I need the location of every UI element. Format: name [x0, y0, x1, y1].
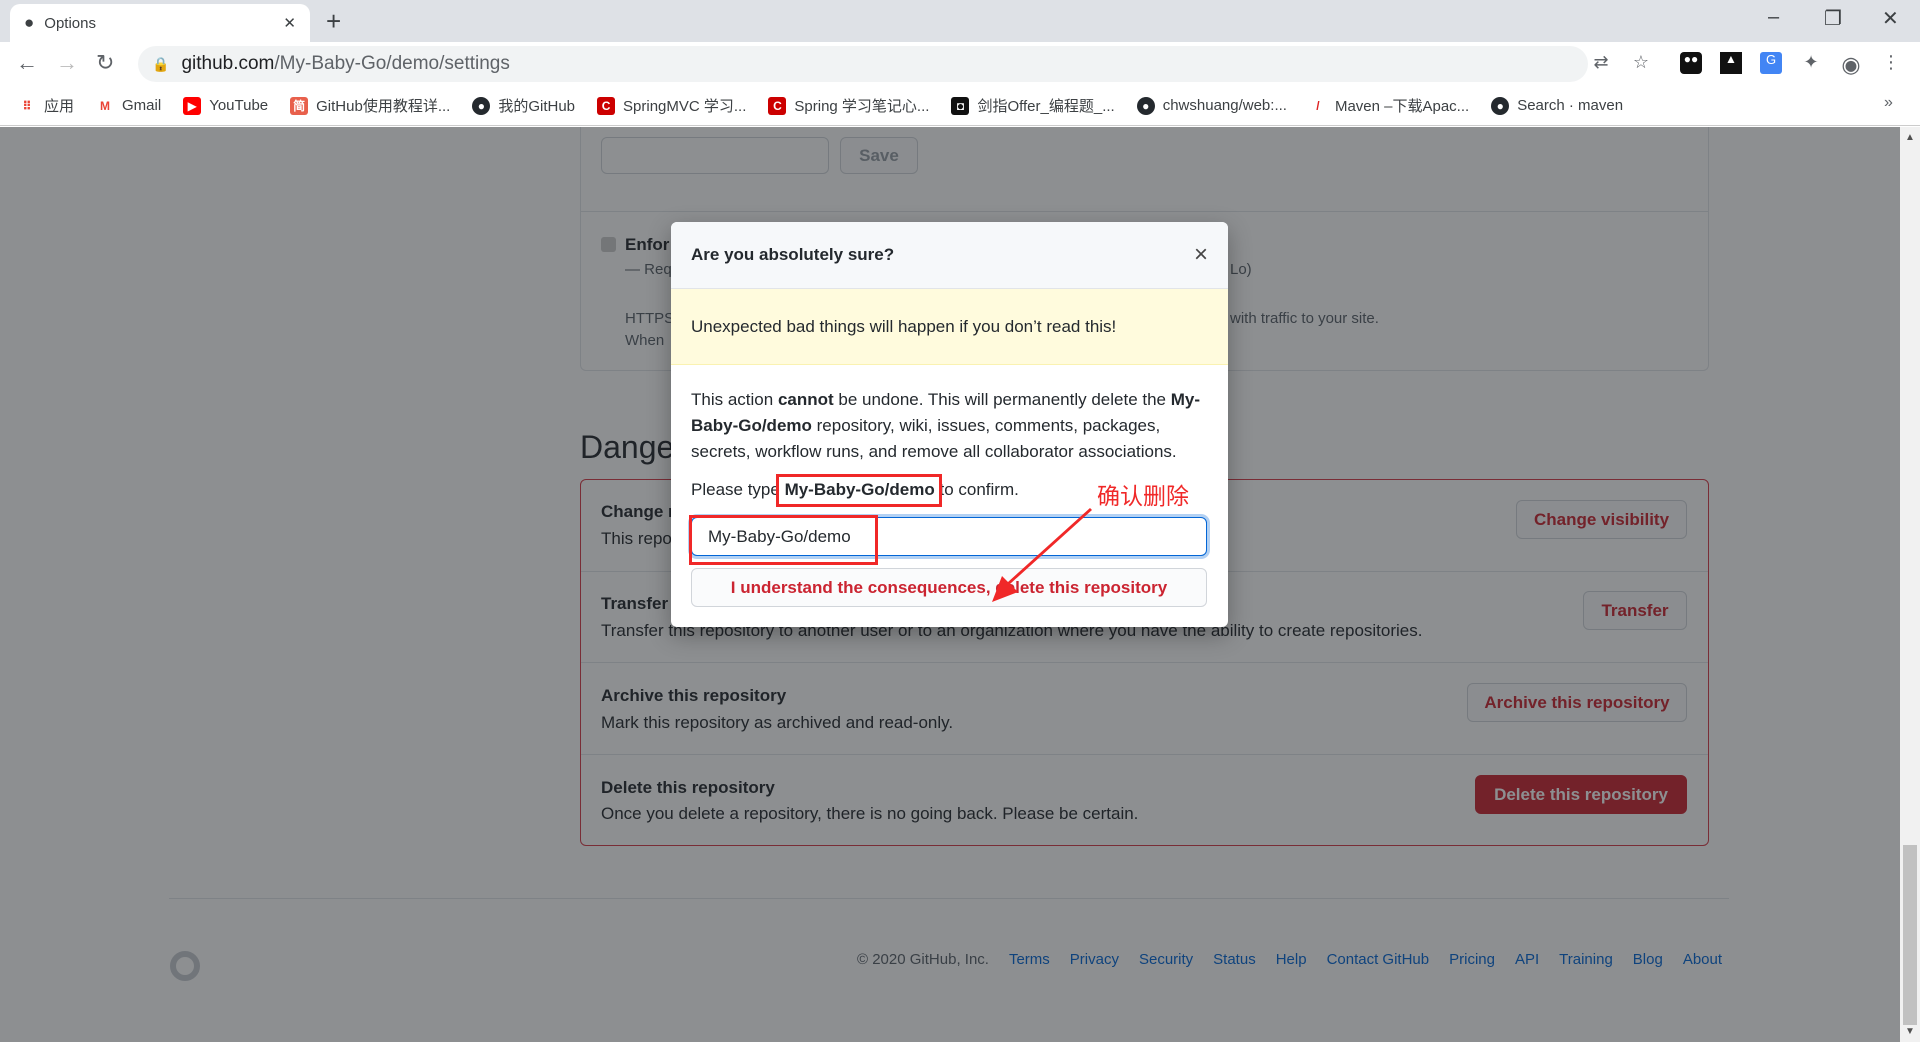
profile-icon[interactable]: ◉ — [1840, 52, 1862, 77]
csdn-icon: C — [768, 96, 787, 115]
csdn-icon: C — [597, 96, 616, 115]
bookmark-chwshuang[interactable]: ● chwshuang/web:... — [1136, 96, 1287, 115]
apache-feather-icon: / — [1316, 98, 1320, 113]
translate-icon[interactable]: ⇄ — [1590, 52, 1612, 74]
address-bar[interactable]: 🔒 github.com/My-Baby-Go/demo/settings — [138, 46, 1588, 82]
warning-flash: Unexpected bad things will happen if you… — [671, 289, 1228, 365]
back-icon[interactable]: ← — [16, 50, 38, 76]
google-translate-icon[interactable]: G — [1760, 52, 1782, 74]
restore-icon[interactable]: ❐ — [1824, 6, 1842, 31]
scrollbar-thumb[interactable] — [1903, 845, 1917, 1025]
minimize-icon[interactable]: – — [1768, 6, 1779, 29]
annotation-arrow-icon — [992, 508, 1092, 602]
forward-icon[interactable]: → — [56, 50, 78, 76]
annotation-highlight-box — [776, 474, 942, 507]
nowcoder-icon: ◘ — [951, 96, 970, 115]
bookmark-youtube[interactable]: ▶ YouTube — [183, 96, 268, 115]
bookmark-springmvc[interactable]: C SpringMVC 学习... — [597, 95, 746, 116]
confirm-delete-button[interactable]: I understand the consequences, delete th… — [691, 568, 1207, 607]
bookmark-apps[interactable]: ⠿ 应用 — [18, 95, 74, 116]
browser-tab[interactable]: ● Options ✕ — [10, 4, 310, 42]
youtube-icon: ▶ — [183, 96, 202, 115]
url-path: /My-Baby-Go/demo/settings — [274, 53, 510, 74]
gmail-icon: M — [100, 98, 111, 113]
url-host: github.com — [181, 53, 275, 74]
apps-grid-icon: ⠿ — [22, 98, 32, 113]
more-bookmarks-button[interactable]: » — [1884, 94, 1893, 112]
dialog-description: This action cannot be undone. This will … — [691, 390, 1201, 461]
delete-confirm-dialog: Are you absolutely sure? × Unexpected ba… — [671, 222, 1228, 627]
bookmark-gmail[interactable]: M Gmail — [96, 97, 161, 115]
close-icon[interactable]: × — [1194, 241, 1208, 269]
dialog-header: Are you absolutely sure? × — [671, 222, 1228, 289]
scroll-down-icon[interactable]: ▼ — [1905, 1026, 1915, 1037]
annotation-highlight-box — [689, 515, 878, 565]
bookmark-spring[interactable]: C Spring 学习笔记心... — [768, 95, 929, 116]
menu-icon[interactable]: ⋮ — [1880, 52, 1902, 74]
close-tab-icon[interactable]: ✕ — [283, 14, 296, 32]
github-icon: ● — [1136, 96, 1155, 115]
bookmark-jianzhi-offer[interactable]: ◘ 剑指Offer_编程题_... — [951, 95, 1115, 116]
github-icon: ● — [1491, 96, 1510, 115]
bookmark-search-maven[interactable]: ● Search · maven — [1491, 96, 1623, 115]
bookmark-my-github[interactable]: ● 我的GitHub — [472, 95, 575, 116]
jian-icon: 简 — [290, 96, 309, 115]
bookmark-github-tutorial[interactable]: 简 GitHub使用教程详... — [290, 95, 450, 116]
dialog-title: Are you absolutely sure? — [691, 245, 895, 264]
annotation-label: 确认删除 — [1097, 483, 1189, 509]
extension-icon[interactable]: ▲ — [1720, 52, 1742, 74]
github-icon: ● — [472, 96, 491, 115]
window-close-icon[interactable]: ✕ — [1882, 6, 1899, 31]
github-icon: ● — [24, 13, 35, 32]
lock-icon: 🔒 — [152, 55, 170, 72]
bookmark-star-icon[interactable]: ☆ — [1630, 52, 1652, 74]
extensions-puzzle-icon[interactable]: ✦ — [1800, 52, 1822, 74]
tab-title: Options — [44, 14, 96, 32]
new-tab-button[interactable]: + — [326, 6, 341, 37]
reload-icon[interactable]: ↻ — [96, 50, 114, 76]
extension-icon[interactable]: ●● — [1680, 52, 1702, 74]
bookmarks-bar: ⠿ 应用 M Gmail ▶ YouTube 简 GitHub使用教程详... ● 我的G… — [0, 86, 1920, 126]
bookmark-maven[interactable]: / Maven –下载Apac... — [1309, 95, 1469, 116]
scroll-up-icon[interactable]: ▲ — [1905, 132, 1915, 143]
